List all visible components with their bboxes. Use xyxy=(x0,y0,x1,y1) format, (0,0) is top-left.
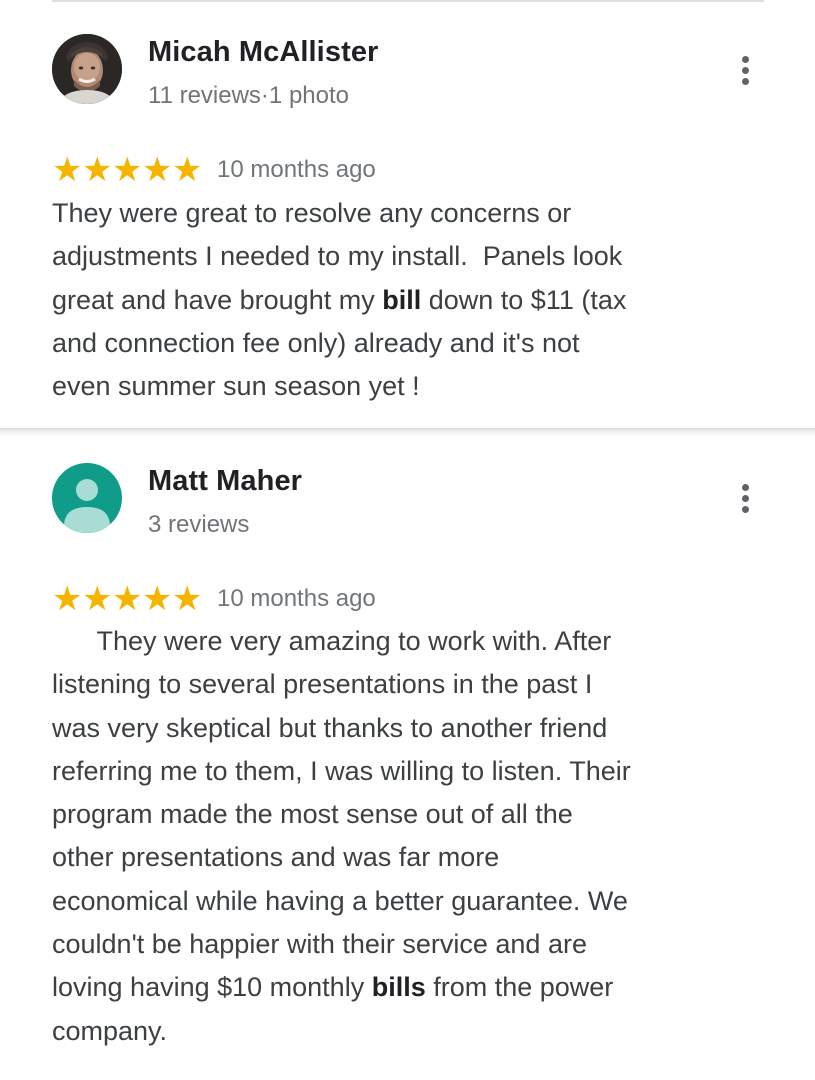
star-icon: ★ xyxy=(82,579,113,619)
star-rating: ★ ★ ★ ★ ★ xyxy=(52,579,203,619)
review-text-segment: program made the most sense out of all t… xyxy=(52,799,573,830)
review-text: They were great to resolve any concerns … xyxy=(52,192,752,408)
profile-photo-icon xyxy=(52,34,122,104)
reviewer-avatar[interactable] xyxy=(52,34,122,104)
review-text-line: company. xyxy=(52,1010,752,1053)
review-card: Matt Maher 3 reviews ★ ★ ★ ★ ★ 10 months ago… xyxy=(0,430,815,1080)
reviewer-meta: 11 reviews·1 photo xyxy=(148,82,349,109)
reviewer-name[interactable]: Micah McAllister xyxy=(148,36,378,69)
star-icon: ★ xyxy=(142,579,173,619)
review-text-line: program made the most sense out of all t… xyxy=(52,793,752,836)
review-text-line: other presentations and was far more xyxy=(52,836,752,879)
more-vert-icon-dot xyxy=(741,66,749,74)
reviewer-avatar[interactable] xyxy=(52,463,122,533)
review-text-segment: other presentations and was far more xyxy=(52,842,500,873)
review-text-segment: economical while having a better guarant… xyxy=(52,885,628,916)
review-text-segment: couldn't be happier with their service a… xyxy=(52,929,587,960)
more-options-button[interactable] xyxy=(730,476,760,520)
more-vert-icon xyxy=(741,55,749,63)
highlighted-keyword: bill xyxy=(382,284,422,315)
person-icon xyxy=(52,463,122,533)
star-icon: ★ xyxy=(142,150,173,190)
star-icon: ★ xyxy=(52,150,83,190)
review-date: 10 months ago xyxy=(217,585,376,612)
review-text-line: even summer sun season yet ! xyxy=(52,365,752,408)
star-icon: ★ xyxy=(172,150,203,190)
review-text-line: referring me to them, I was willing to l… xyxy=(52,750,752,793)
more-vert-icon-dot xyxy=(741,77,749,85)
review-text-segment: down to $11 (tax xyxy=(421,284,627,315)
more-vert-icon-dot xyxy=(741,505,749,513)
review-text-line: economical while having a better guarant… xyxy=(52,880,752,923)
reviewer-meta: 3 reviews xyxy=(148,511,250,538)
more-options-button[interactable] xyxy=(730,48,760,92)
highlighted-keyword: bills xyxy=(371,972,426,1003)
star-icon: ★ xyxy=(172,579,203,619)
review-text-segment: company. xyxy=(52,1015,168,1046)
star-icon: ★ xyxy=(82,150,113,190)
review-text-line: listening to several presentations in th… xyxy=(52,663,752,706)
review-text: They were very amazing to work with. Aft… xyxy=(52,620,752,1053)
star-icon: ★ xyxy=(112,579,143,619)
review-text-segment: listening to several presentations in th… xyxy=(52,669,593,700)
review-text-line: was very skeptical but thanks to another… xyxy=(52,707,752,750)
rating-row: ★ ★ ★ ★ ★ 10 months ago xyxy=(52,152,376,188)
review-text-segment: referring me to them, I was willing to l… xyxy=(52,755,631,786)
review-text-segment: was very skeptical but thanks to another… xyxy=(52,712,608,743)
review-date: 10 months ago xyxy=(217,156,376,183)
star-rating: ★ ★ ★ ★ ★ xyxy=(52,150,203,190)
more-vert-icon xyxy=(741,483,749,491)
review-text-line: They were very amazing to work with. Aft… xyxy=(52,620,752,663)
review-text-line: loving having $10 monthly bills from the… xyxy=(52,966,752,1009)
review-text-segment: great and have brought my xyxy=(52,284,383,315)
review-text-line: couldn't be happier with their service a… xyxy=(52,923,752,966)
more-vert-icon-dot xyxy=(741,494,749,502)
review-text-line: adjustments I needed to my install. Pane… xyxy=(52,235,752,278)
review-text-segment: even summer sun season yet ! xyxy=(52,371,420,402)
review-text-segment: from the power xyxy=(425,972,614,1003)
rating-row: ★ ★ ★ ★ ★ 10 months ago xyxy=(52,581,376,617)
review-text-line: great and have brought my bill down to $… xyxy=(52,279,752,322)
star-icon: ★ xyxy=(52,579,83,619)
reviewer-name[interactable]: Matt Maher xyxy=(148,465,302,498)
review-text-segment: They were great to resolve any concerns … xyxy=(52,198,572,228)
review-text-line: and connection fee only) already and it'… xyxy=(52,322,752,365)
review-text-segment: loving having $10 monthly xyxy=(52,972,372,1003)
review-text-segment: and connection fee only) already and it'… xyxy=(52,327,580,358)
review-text-segment: They were very amazing to work with. Aft… xyxy=(52,626,612,656)
review-text-line: They were great to resolve any concerns … xyxy=(52,192,752,235)
star-icon: ★ xyxy=(112,150,143,190)
review-card: Micah McAllister 11 reviews·1 photo ★ ★ ★ ★… xyxy=(0,0,815,430)
review-text-segment: adjustments I needed to my install. Pane… xyxy=(52,241,623,272)
